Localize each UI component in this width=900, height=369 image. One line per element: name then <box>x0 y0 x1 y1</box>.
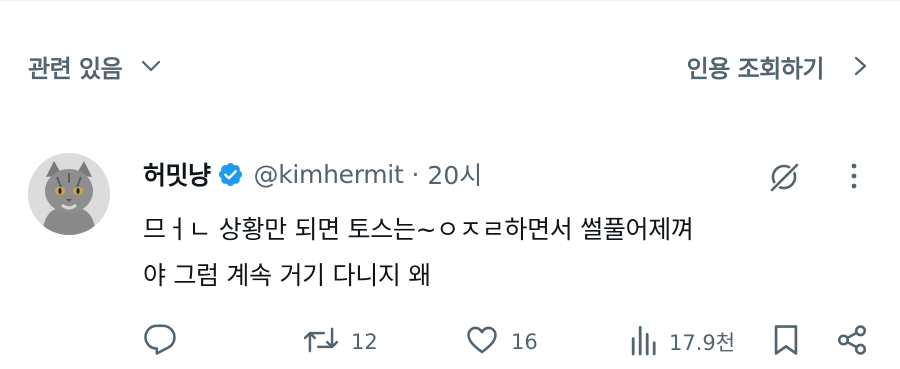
tweet-text-line-1: 므ㅓㄴ 상황만 되면 토스는~ㅇㅈㄹ하면서 썰풀어제껴 <box>143 215 694 244</box>
tweet-text: 므ㅓㄴ 상황만 되면 토스는~ㅇㅈㄹ하면서 썰풀어제껴 야 그럼 계속 거기 다… <box>143 207 883 299</box>
view-quotes-label: 인용 조회하기 <box>686 54 825 83</box>
views-button[interactable]: 17.9천 <box>629 322 735 362</box>
chevron-right-icon <box>850 55 870 77</box>
retweet-icon <box>303 323 339 361</box>
bookmark-button[interactable] <box>771 322 801 362</box>
views-chart-icon <box>629 323 657 361</box>
bookmark-icon <box>771 323 801 361</box>
cat-avatar-image <box>28 153 110 235</box>
chevron-down-icon <box>140 55 162 77</box>
share-button[interactable] <box>835 322 869 362</box>
top-divider <box>0 0 900 1</box>
tweet-timestamp[interactable]: 20시 <box>427 156 482 192</box>
heart-icon <box>465 323 499 361</box>
verified-badge-icon[interactable] <box>217 161 244 188</box>
author-handle[interactable]: @kimhermit <box>254 160 404 189</box>
related-sort-dropdown[interactable]: 관련 있음 <box>28 46 162 86</box>
like-button[interactable]: 16 <box>465 322 538 362</box>
retweet-button[interactable]: 12 <box>303 322 378 362</box>
avatar[interactable] <box>28 153 110 235</box>
share-icon <box>835 323 869 361</box>
retweet-count: 12 <box>351 330 378 354</box>
view-quotes-link[interactable]: 인용 조회하기 <box>687 46 870 86</box>
reply-button[interactable] <box>143 322 177 362</box>
like-count: 16 <box>511 330 538 354</box>
grok-icon[interactable] <box>765 158 803 196</box>
tweet-action-bar: 12 16 17.9천 <box>143 322 883 362</box>
separator-dot: · <box>411 159 420 189</box>
views-count: 17.9천 <box>669 331 736 355</box>
tweet-author-row: 허밋냥 @kimhermit · 20시 <box>143 152 482 196</box>
more-options-icon[interactable] <box>846 158 862 196</box>
author-display-name[interactable]: 허밋냥 <box>143 156 211 192</box>
related-label: 관련 있음 <box>28 54 123 83</box>
reply-icon <box>143 323 177 361</box>
tweet-text-line-2: 야 그럼 계속 거기 다니지 왜 <box>143 261 431 290</box>
